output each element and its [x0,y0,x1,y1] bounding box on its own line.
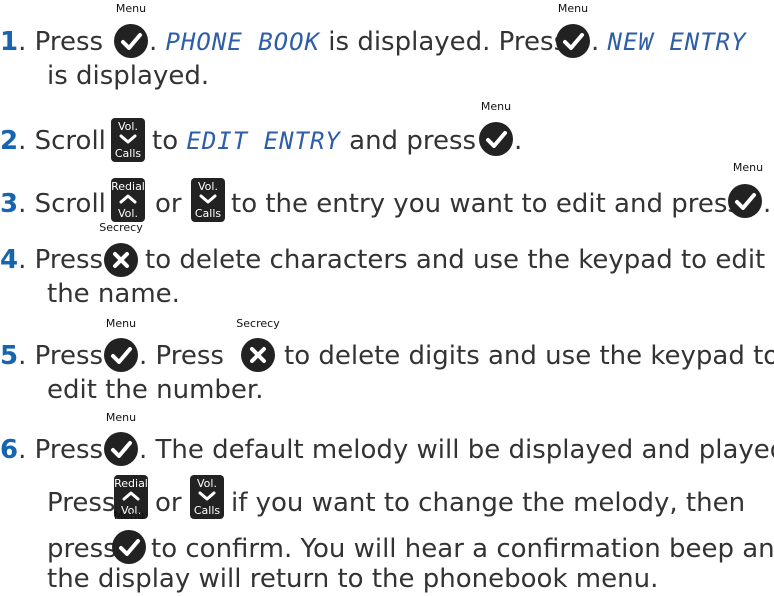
menu-key-label: Menu [480,100,512,113]
step-number: 2 [0,126,19,156]
step-6: 6. Press [0,433,103,467]
step-text: the display will return to the phonebook… [47,564,659,594]
menu-key [479,122,513,156]
check-icon [563,33,584,50]
step-text: the name. [47,279,180,309]
step-1: 1. Press [0,25,103,59]
step-text: to delete characters and use the keypad … [145,245,766,275]
step-text: to delete digits and use the keypad to [284,341,774,371]
step-text: . Scroll [18,189,106,219]
check-icon [111,441,132,458]
key-bottom-label: Calls [114,147,142,160]
menu-key [104,338,138,372]
menu-key-label: Menu [557,2,589,15]
chevron-up-icon [122,491,140,501]
step-text: and press [349,126,477,156]
key-bottom-label: Calls [194,207,222,220]
step-text: . Press [18,245,104,275]
key-top-label: Vol. [198,180,218,193]
step-text: if you want to change the melody, then [231,488,746,518]
step-text: to [152,126,179,156]
vol-calls-key: Vol. Calls [190,475,224,519]
key-top-label: Redial [111,180,145,193]
menu-key [728,184,762,218]
step-number: 1 [0,27,19,57]
step-number: 5 [0,341,19,371]
step-text: or [155,189,182,219]
x-icon [250,347,266,363]
check-icon [735,193,756,210]
menu-key-label: Menu [113,509,145,522]
step-text: . [514,126,523,156]
step-text: to the entry you want to edit and press [231,189,741,219]
step-text: . The default melody will be displayed a… [139,435,774,465]
step-text: . Press [18,27,104,57]
step-5: 5. Press [0,339,103,373]
key-top-label: Vol. [118,120,138,133]
chevron-down-icon [199,194,217,204]
step-2: 2. Scroll [0,124,106,158]
step-text: or [155,488,182,518]
step-text: . [149,27,158,57]
check-icon [121,33,142,50]
display-text: EDIT ENTRY [186,127,341,155]
key-top-label: Redial [114,477,148,490]
redial-vol-key: Redial Vol. [111,178,145,222]
step-text: is displayed. Press [328,27,568,57]
step-text: is displayed. [47,61,210,91]
step-text: . Scroll [18,126,106,156]
check-icon [119,539,140,556]
menu-key [104,432,138,466]
step-text: Press [47,488,116,518]
secrecy-key [104,243,138,277]
secrecy-key [241,338,275,372]
key-bottom-label: Vol. [118,207,138,220]
step-text: press [47,534,117,564]
chevron-down-icon [119,134,137,144]
menu-key-label: Menu [105,411,137,424]
step-number: 6 [0,435,19,465]
menu-key-label: Menu [105,317,137,330]
chevron-up-icon [119,194,137,204]
vol-calls-key: Vol. Calls [191,178,225,222]
chevron-down-icon [198,491,216,501]
menu-key-label: Menu [115,2,147,15]
step-text: edit the number. [47,375,264,405]
display-text: NEW ENTRY [607,28,747,56]
step-text: . [763,189,772,219]
instruction-page: 1. Press Menu . PHONE BOOK is displayed.… [0,0,774,594]
step-4: 4. Press [0,243,103,277]
menu-key [114,24,148,58]
step-text: . Press [18,435,104,465]
step-text: . Press [18,341,104,371]
step-text: to confirm. You will hear a confirmation… [151,534,774,564]
step-number: 3 [0,189,19,219]
secrecy-key-label: Secrecy [236,317,280,330]
key-bottom-label: Calls [193,504,221,517]
display-text: PHONE BOOK [165,28,321,56]
menu-key-label: Menu [732,161,764,174]
secrecy-key-label: Secrecy [99,221,143,234]
vol-calls-key: Vol. Calls [111,118,145,162]
check-icon [486,131,507,148]
step-text: . Press [139,341,224,371]
step-3: 3. Scroll [0,187,106,221]
menu-key [112,530,146,564]
menu-key [556,24,590,58]
key-top-label: Vol. [197,477,217,490]
x-icon [113,252,129,268]
step-number: 4 [0,245,19,275]
check-icon [111,347,132,364]
step-text: . [591,27,600,57]
